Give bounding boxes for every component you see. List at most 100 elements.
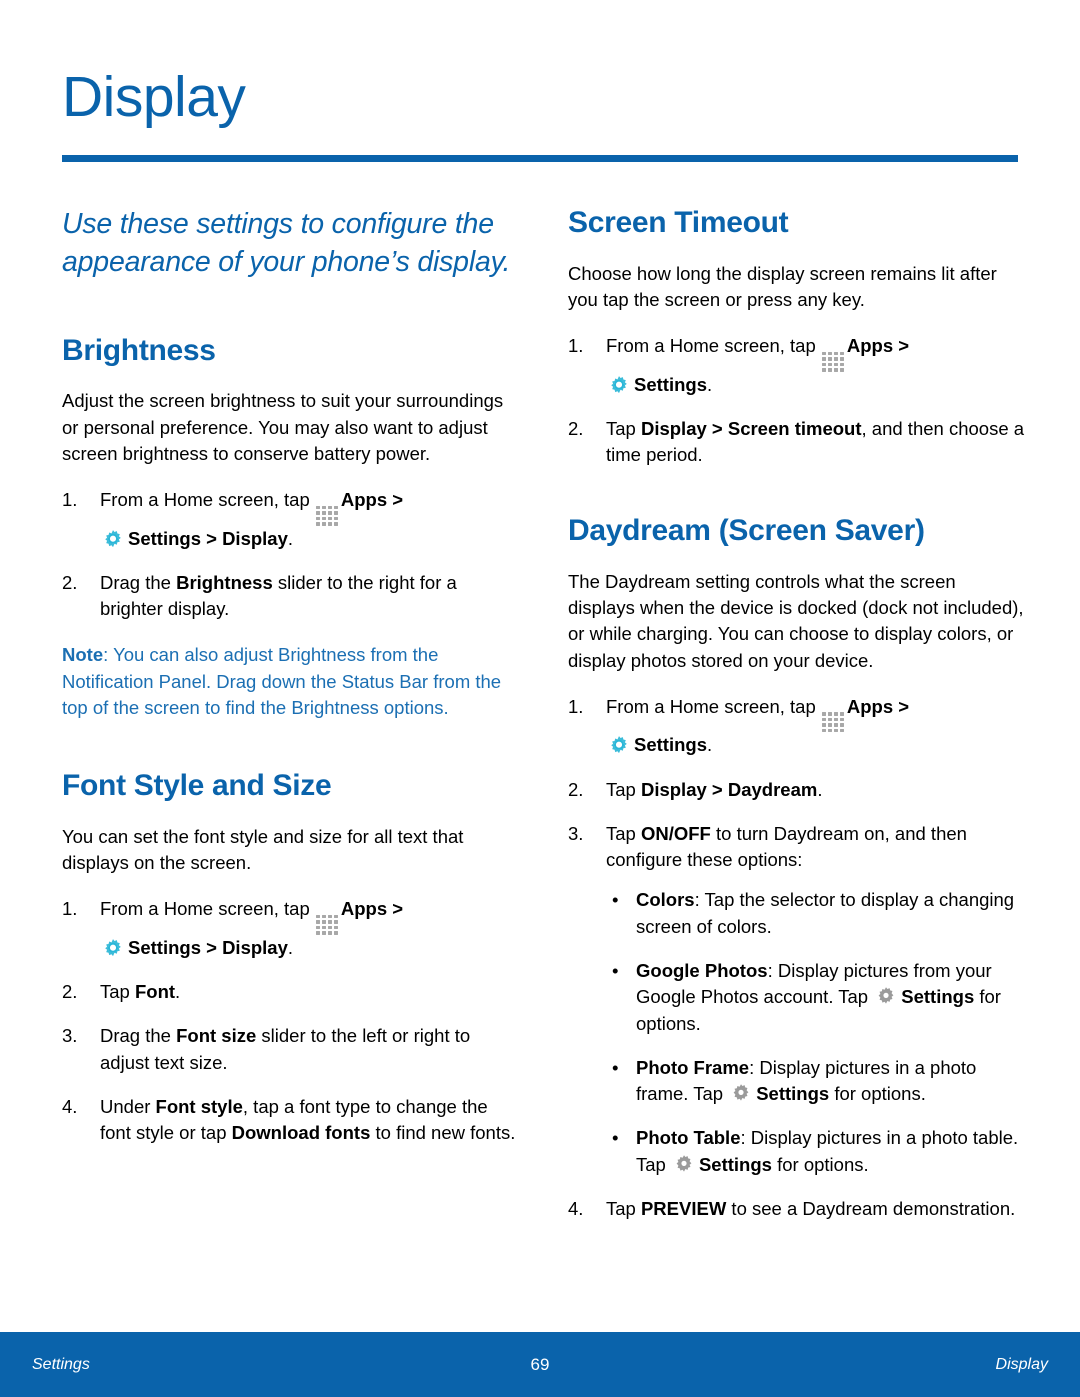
- note-label: Note: [62, 644, 104, 666]
- step-text-pre: Tap: [606, 778, 641, 800]
- step-number: 4.: [568, 1197, 584, 1219]
- settings-gear-icon: [105, 938, 121, 956]
- brightness-steps: 1. From a Home screen, tap Apps > Setting…: [62, 487, 520, 622]
- step-item: 3. Tap ON/OFF to turn Daydream on, and th…: [568, 821, 1026, 1178]
- step-text-post: to find new fonts.: [370, 1122, 516, 1144]
- step-text-post: to see a Daydream demonstration.: [726, 1197, 1016, 1219]
- page-number: 69: [530, 1354, 550, 1374]
- apps-grid-icon: [821, 351, 844, 372]
- step-text-post: .: [287, 936, 294, 958]
- step-number: 1.: [62, 489, 78, 511]
- option-title: Google Photos: [636, 959, 768, 981]
- settings-label: Settings: [634, 373, 707, 395]
- font-style-steps: 1. From a Home screen, tap Apps > Setting…: [62, 896, 520, 1146]
- step-item: 1. From a Home screen, tap Apps > Setting…: [62, 896, 520, 961]
- heading-brightness: Brightness: [62, 333, 216, 367]
- step-item: 4. Under Font style, tap a font type to c…: [62, 1094, 520, 1147]
- page-footer: Settings 69 Display: [0, 1332, 1080, 1397]
- step-text-post: .: [706, 734, 713, 756]
- brightness-intro: Adjust the screen brightness to suit you…: [62, 390, 504, 464]
- step-text-pre: From a Home screen, tap: [606, 695, 821, 717]
- apps-label: Apps: [846, 335, 894, 357]
- step-text-pre: From a Home screen, tap: [100, 489, 315, 511]
- settings-gear-gray-icon: [733, 1084, 749, 1101]
- list-item: • Colors: Tap the selector to display a c…: [606, 887, 1026, 940]
- bullet-dot: •: [612, 959, 619, 981]
- step-item: 1. From a Home screen, tap Apps > Setting…: [62, 487, 520, 552]
- step-bold-term: Brightness: [176, 571, 273, 593]
- step-text-post: .: [175, 980, 181, 1002]
- step-text-post: .: [706, 373, 713, 395]
- step-item: 1. From a Home screen, tap Apps > Setting…: [568, 333, 1026, 398]
- settings-gear-icon: [611, 736, 627, 754]
- list-item: • Google Photos: Display pictures from yo…: [606, 958, 1026, 1037]
- step-item: 4. Tap PREVIEW to see a Daydream demonstr…: [568, 1196, 1026, 1222]
- step-number: 1.: [568, 335, 584, 357]
- list-item: • Photo Table: Display pictures in a phot…: [606, 1125, 1026, 1178]
- step-item: 2. Tap Display > Daydream.: [568, 777, 1026, 803]
- intro-lede: Use these settings to configure the appe…: [62, 208, 511, 278]
- step-bold-term: Display > Daydream: [640, 778, 818, 800]
- step-item: 2. Drag the Brightness slider to the righ…: [62, 570, 520, 623]
- step-number: 1.: [568, 695, 584, 717]
- step-bold-term: PREVIEW: [640, 1197, 727, 1219]
- settings-gear-gray-icon: [676, 1154, 692, 1172]
- step-number: 2.: [62, 571, 78, 593]
- step-separator: >: [387, 898, 404, 920]
- apps-grid-icon: [315, 505, 338, 526]
- font-style-intro: You can set the font style and size for …: [62, 825, 464, 873]
- step-item: 2. Tap Font.: [62, 979, 520, 1005]
- step-number: 4.: [62, 1095, 78, 1117]
- settings-label: Settings: [698, 1153, 772, 1175]
- option-title: Colors: [636, 889, 695, 911]
- step-bold-term: Display > Screen timeout: [640, 417, 862, 439]
- bullet-dot: •: [612, 889, 619, 911]
- footer-topic-label: Display: [995, 1355, 1048, 1373]
- step-text-pre: Under: [100, 1095, 156, 1117]
- settings-label: Settings: [128, 527, 201, 549]
- step-bold-term-2: Download fonts: [231, 1122, 371, 1144]
- step-item: 2. Tap Display > Screen timeout, and then…: [568, 416, 1026, 469]
- page-title: Display: [62, 65, 246, 129]
- daydream-steps: 1. From a Home screen, tap Apps > Setting…: [568, 694, 1026, 1222]
- option-text-post: for options.: [771, 1153, 869, 1175]
- settings-label: Settings: [756, 1083, 830, 1105]
- screen-timeout-steps: 1. From a Home screen, tap Apps > Setting…: [568, 333, 1026, 468]
- step-number: 3.: [568, 822, 584, 844]
- screen-timeout-intro: Choose how long the display screen remai…: [568, 262, 997, 310]
- step-separator: >: [893, 695, 910, 717]
- step-bold-term: Font size: [176, 1025, 257, 1047]
- settings-label: Settings: [901, 986, 975, 1008]
- step-bold-term: Font style: [155, 1095, 243, 1117]
- settings-gear-icon: [611, 375, 627, 393]
- bullet-dot: •: [612, 1056, 619, 1078]
- daydream-intro: The Daydream setting controls what the s…: [568, 570, 1024, 671]
- settings-label: Settings: [128, 936, 201, 958]
- heading-font-style-and-size: Font Style and Size: [62, 769, 332, 803]
- brightness-note: Note: You can also adjust Brightness fro…: [62, 642, 520, 721]
- list-item: • Photo Frame: Display pictures in a phot…: [606, 1055, 1026, 1108]
- apps-label: Apps: [340, 489, 388, 511]
- settings-path: > Display: [200, 527, 288, 549]
- apps-label: Apps: [340, 898, 388, 920]
- step-item: 3. Drag the Font size slider to the left …: [62, 1023, 520, 1076]
- apps-grid-icon: [315, 914, 338, 935]
- option-title: Photo Table: [636, 1127, 741, 1149]
- step-separator: >: [893, 335, 910, 357]
- daydream-options-list: • Colors: Tap the selector to display a c…: [606, 887, 1026, 1177]
- step-text-post: .: [287, 527, 294, 549]
- step-bold-term: ON/OFF: [640, 822, 711, 844]
- left-column: Use these settings to configure the appe…: [62, 206, 520, 1146]
- step-text-pre: Tap: [606, 1197, 641, 1219]
- apps-grid-icon: [821, 712, 844, 733]
- step-number: 2.: [568, 778, 584, 800]
- step-text-post: .: [817, 778, 823, 800]
- step-separator: >: [387, 489, 404, 511]
- settings-label: Settings: [634, 734, 707, 756]
- apps-label: Apps: [846, 695, 894, 717]
- document-page: Display Use these settings to configure …: [0, 0, 1080, 1397]
- step-text-pre: From a Home screen, tap: [100, 898, 315, 920]
- option-title: Photo Frame: [636, 1056, 750, 1078]
- heading-screen-timeout: Screen Timeout: [568, 206, 789, 239]
- step-number: 1.: [62, 898, 78, 920]
